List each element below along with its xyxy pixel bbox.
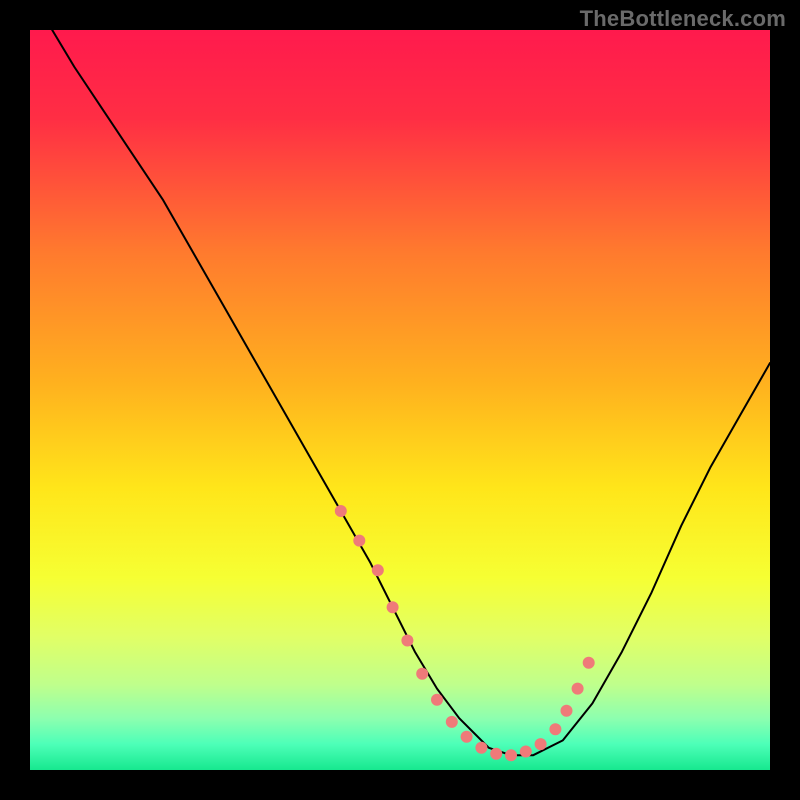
chart-marker xyxy=(549,723,561,735)
chart-marker xyxy=(335,505,347,517)
chart-marker xyxy=(446,716,458,728)
chart-marker xyxy=(535,738,547,750)
chart-plot-area xyxy=(30,30,770,770)
chart-marker xyxy=(561,705,573,717)
chart-marker xyxy=(416,668,428,680)
chart-svg xyxy=(30,30,770,770)
chart-background xyxy=(30,30,770,770)
chart-marker xyxy=(572,683,584,695)
chart-marker xyxy=(431,694,443,706)
chart-stage: TheBottleneck.com xyxy=(0,0,800,800)
chart-marker xyxy=(461,731,473,743)
chart-marker xyxy=(505,749,517,761)
chart-marker xyxy=(401,635,413,647)
chart-marker xyxy=(475,742,487,754)
chart-marker xyxy=(490,748,502,760)
chart-marker xyxy=(583,657,595,669)
watermark-text: TheBottleneck.com xyxy=(580,6,786,32)
chart-marker xyxy=(387,601,399,613)
chart-marker xyxy=(520,746,532,758)
chart-marker xyxy=(353,535,365,547)
chart-marker xyxy=(372,564,384,576)
